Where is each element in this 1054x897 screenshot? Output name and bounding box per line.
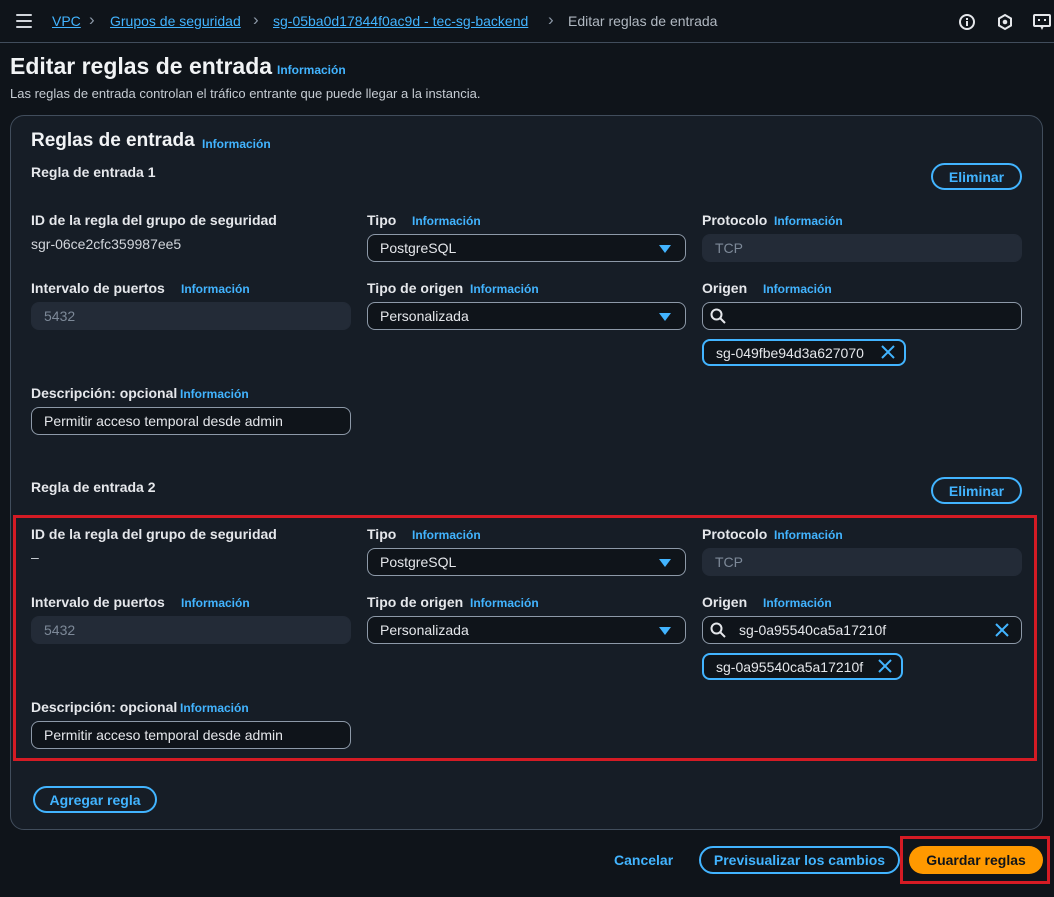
rule-2-source-label: Origen (702, 594, 748, 610)
rule-2-description-input[interactable]: Permitir acceso temporal desde admin (31, 721, 351, 749)
rule-1-id-value: sgr-06ce2cfc359987ee5 (31, 236, 182, 252)
rule-1-protocol-field: TCP (702, 234, 1022, 262)
page-info-link[interactable]: Información (277, 63, 346, 77)
rule-1-type-label: Tipo (367, 212, 397, 228)
rule-1-description-label: Descripción: opcional (31, 385, 178, 401)
rule-1-protocol-info-link[interactable]: Información (774, 214, 843, 228)
section-info-link[interactable]: Información (202, 137, 271, 151)
rule-1-source-token-label: sg-049fbe94d3a627070 (716, 344, 864, 361)
remove-token-icon[interactable] (881, 345, 895, 359)
chevron-right-icon: › (548, 10, 554, 29)
rule-1-id-label: ID de la regla del grupo de seguridad (31, 212, 277, 228)
breadcrumb-security-group[interactable]: sg-05ba0d17844f0ac9d - tec-sg-backend (273, 13, 528, 29)
rule-2-protocol-label: Protocolo (702, 526, 768, 542)
rule-1-source-search-input[interactable] (702, 302, 1022, 330)
rule-2-id-label: ID de la regla del grupo de seguridad (31, 526, 277, 542)
rule-2-protocol-value: TCP (715, 554, 743, 570)
page-description: Las reglas de entrada controlan el tráfi… (10, 86, 481, 101)
rule-2-protocol-field: TCP (702, 548, 1022, 576)
rule-2-port-label: Intervalo de puertos (31, 594, 165, 610)
rule-1-source-type-value: Personalizada (380, 308, 469, 324)
rule-2-source-token: sg-0a95540ca5a17210f (702, 653, 903, 680)
rule-1-protocol-value: TCP (715, 240, 743, 256)
chevron-right-icon: › (89, 10, 95, 29)
rule-2-protocol-info-link[interactable]: Información (774, 528, 843, 542)
rule-2-source-type-label: Tipo de origen (367, 594, 464, 610)
save-rules-button[interactable]: Guardar reglas (909, 846, 1043, 874)
rule-2-type-info-link[interactable]: Información (412, 528, 481, 542)
rule-2-source-info-link[interactable]: Información (763, 596, 832, 610)
rule-2-port-field: 5432 (31, 616, 351, 644)
rule-2-port-info-link[interactable]: Información (181, 596, 250, 610)
rule-2-source-search-input[interactable]: sg-0a95540ca5a17210f (702, 616, 1022, 644)
feedback-icon[interactable] (1033, 13, 1051, 31)
notifications-icon[interactable] (996, 13, 1014, 31)
rule-2-type-label: Tipo (367, 526, 397, 542)
rule-1-protocol-label: Protocolo (702, 212, 768, 228)
dropdown-caret-icon (659, 559, 671, 567)
rule-2-delete-button[interactable]: Eliminar (931, 477, 1022, 504)
rule-1-source-token: sg-049fbe94d3a627070 (702, 339, 906, 366)
rule-1-source-label: Origen (702, 280, 748, 296)
chevron-right-icon: › (253, 10, 259, 29)
rule-1-port-field: 5432 (31, 302, 351, 330)
clear-search-icon[interactable] (995, 623, 1009, 637)
preview-changes-button[interactable]: Previsualizar los cambios (699, 846, 900, 874)
rule-1-port-info-link[interactable]: Información (181, 282, 250, 296)
rule-1-port-value: 5432 (44, 308, 76, 324)
hamburger-menu-icon[interactable] (16, 14, 32, 28)
search-icon (710, 622, 726, 638)
rule-1-delete-button[interactable]: Eliminar (931, 163, 1022, 190)
remove-token-icon[interactable] (878, 659, 892, 673)
rule-1-description-input[interactable]: Permitir acceso temporal desde admin (31, 407, 351, 435)
add-rule-button[interactable]: Agregar regla (33, 786, 157, 813)
dropdown-caret-icon (659, 627, 671, 635)
rule-1-type-info-link[interactable]: Información (412, 214, 481, 228)
rule-2-port-value: 5432 (44, 622, 76, 638)
rule-2-heading: Regla de entrada 2 (31, 479, 156, 495)
rule-2-id-value: – (31, 549, 39, 565)
info-circle-icon[interactable] (958, 13, 976, 31)
rule-1-type-value: PostgreSQL (380, 240, 457, 256)
page-title: Editar reglas de entrada (10, 53, 273, 79)
rule-1-description-value: Permitir acceso temporal desde admin (44, 413, 283, 429)
rule-2-source-token-label: sg-0a95540ca5a17210f (716, 658, 864, 675)
cancel-button[interactable]: Cancelar (614, 852, 673, 868)
section-title: Reglas de entrada (31, 130, 195, 151)
rule-2-source-type-value: Personalizada (380, 622, 469, 638)
rule-2-description-label: Descripción: opcional (31, 699, 178, 715)
rule-2-description-value: Permitir acceso temporal desde admin (44, 727, 283, 743)
rule-1-source-type-select[interactable]: Personalizada (367, 302, 686, 330)
rule-2-type-value: PostgreSQL (380, 554, 457, 570)
rule-2-description-info-link[interactable]: Información (180, 701, 249, 715)
breadcrumb-vpc[interactable]: VPC (52, 13, 81, 29)
rule-2-source-search-value: sg-0a95540ca5a17210f (739, 622, 887, 638)
search-icon (710, 308, 726, 324)
dropdown-caret-icon (659, 245, 671, 253)
rule-1-source-type-info-link[interactable]: Información (470, 282, 539, 296)
top-navigation-bar: VPC › Grupos de seguridad › sg-05ba0d178… (0, 0, 1054, 43)
breadcrumb-current: Editar reglas de entrada (568, 13, 718, 29)
rule-1-heading: Regla de entrada 1 (31, 164, 156, 180)
rule-2-source-type-select[interactable]: Personalizada (367, 616, 686, 644)
rule-1-source-type-label: Tipo de origen (367, 280, 464, 296)
breadcrumb-security-groups[interactable]: Grupos de seguridad (110, 13, 241, 29)
rule-1-port-label: Intervalo de puertos (31, 280, 165, 296)
rule-2-type-select[interactable]: PostgreSQL (367, 548, 686, 576)
rule-1-description-info-link[interactable]: Información (180, 387, 249, 401)
rule-1-source-info-link[interactable]: Información (763, 282, 832, 296)
dropdown-caret-icon (659, 313, 671, 321)
rule-1-type-select[interactable]: PostgreSQL (367, 234, 686, 262)
rule-2-source-type-info-link[interactable]: Información (470, 596, 539, 610)
